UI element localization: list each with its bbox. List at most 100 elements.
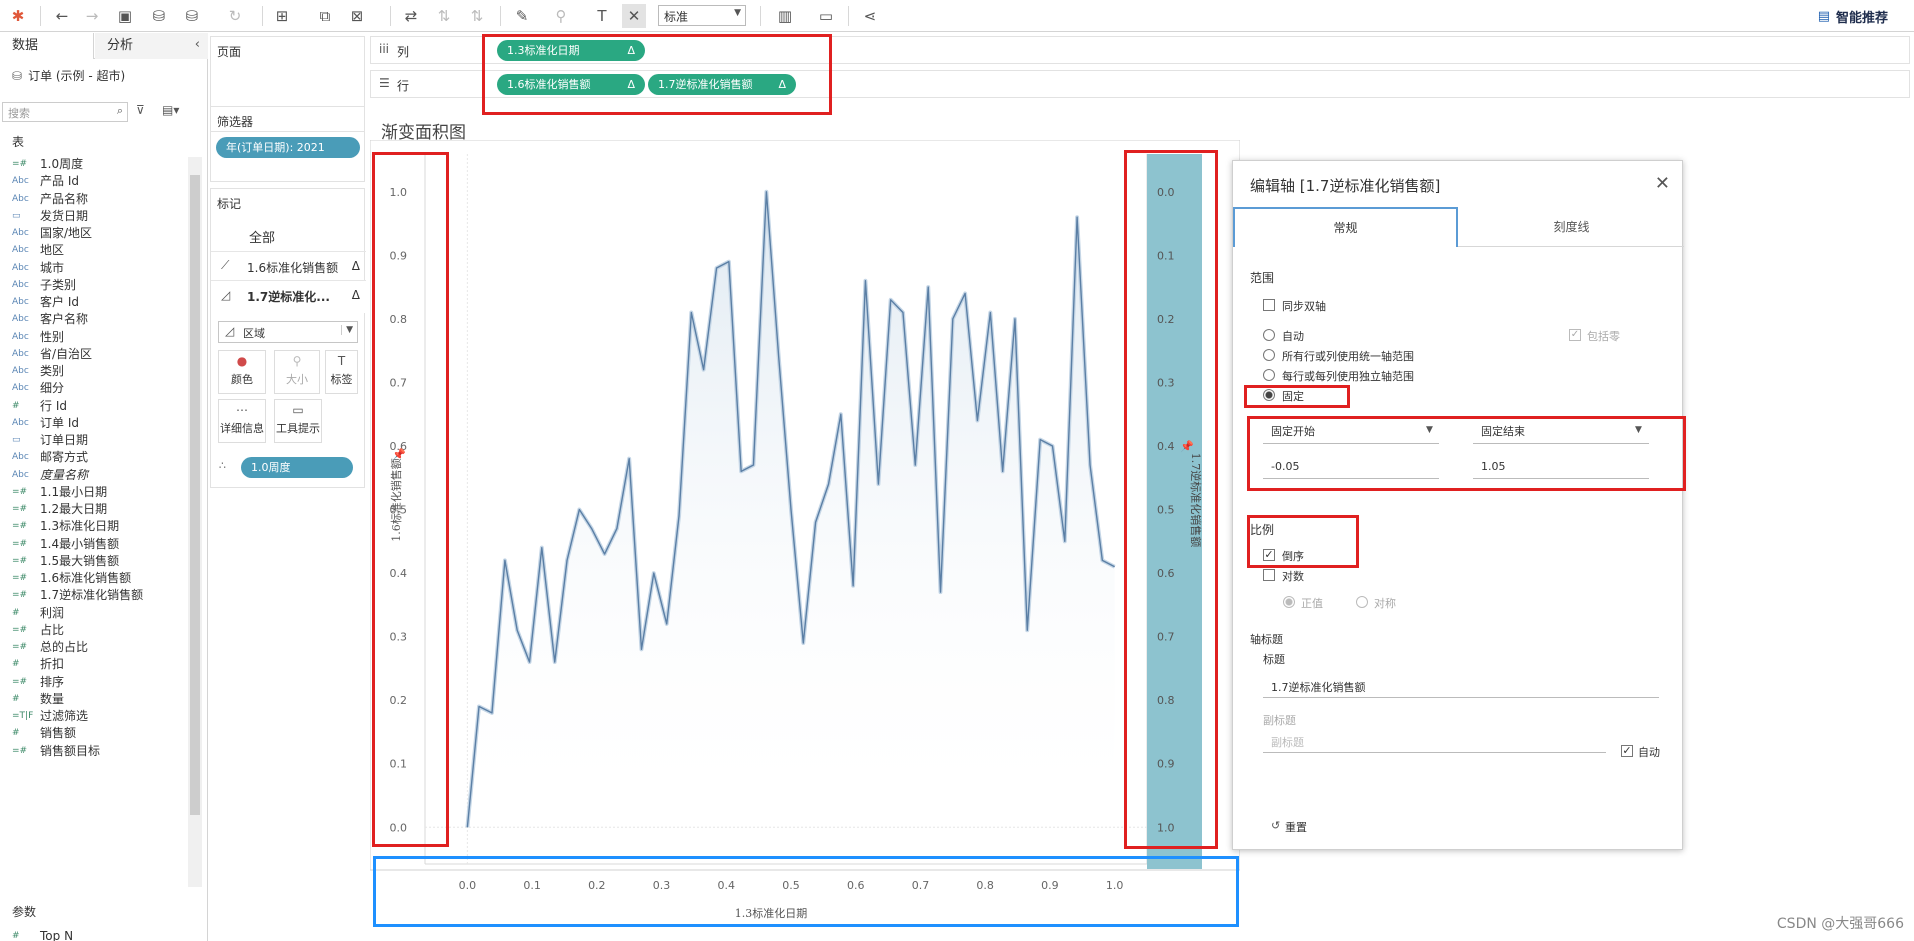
marks-all-tab[interactable]: 全部 <box>249 227 275 246</box>
data-point[interactable] <box>789 508 793 512</box>
data-point[interactable] <box>963 291 967 295</box>
tooltip-button[interactable]: ▭ 工具提示 <box>274 399 322 443</box>
data-point[interactable] <box>528 660 532 664</box>
sort-asc-icon[interactable]: ⇅ <box>432 4 456 28</box>
subtitle-auto-checkbox[interactable]: ✓ <box>1621 745 1633 757</box>
title-input[interactable]: 1.7逆标准化销售额 <box>1271 679 1366 695</box>
redo-icon[interactable]: → <box>80 4 104 28</box>
data-point[interactable] <box>1088 463 1092 467</box>
detail-button[interactable]: ⋯ 详细信息 <box>218 399 266 443</box>
tab-analysis[interactable]: 分析 <box>95 33 208 59</box>
sort-desc-icon[interactable]: ⇅ <box>465 4 489 28</box>
scrollbar-thumb[interactable] <box>190 175 200 815</box>
data-point[interactable] <box>926 285 930 289</box>
group-icon[interactable]: ⚲ <box>549 4 573 28</box>
data-point[interactable] <box>863 279 867 283</box>
data-point[interactable] <box>615 527 619 531</box>
tab-tick-marks[interactable]: 刻度线 <box>1459 207 1684 247</box>
data-point[interactable] <box>975 419 979 423</box>
field-search-input[interactable]: 搜索 ⌕ <box>2 102 128 122</box>
data-point[interactable] <box>1013 317 1017 321</box>
data-point[interactable] <box>677 514 681 518</box>
data-point[interactable] <box>627 457 631 461</box>
tab-data[interactable]: 数据 <box>0 33 94 59</box>
data-point[interactable] <box>1063 539 1067 543</box>
show-cards-icon[interactable]: ▥ <box>773 4 797 28</box>
data-point[interactable] <box>1075 215 1079 219</box>
data-point[interactable] <box>988 311 992 315</box>
data-point[interactable] <box>702 368 706 372</box>
tableau-logo-icon[interactable]: ✱ <box>6 4 30 28</box>
data-point[interactable] <box>939 590 943 594</box>
filter-pill[interactable]: 年(订单日期): 2021 <box>216 137 360 158</box>
data-point[interactable] <box>503 558 507 562</box>
data-point[interactable] <box>751 463 755 467</box>
data-point[interactable] <box>901 311 905 315</box>
param-item[interactable]: # Top N <box>0 926 190 941</box>
data-point[interactable] <box>839 412 843 416</box>
data-point[interactable] <box>553 660 557 664</box>
data-point[interactable] <box>715 266 719 270</box>
radio-auto[interactable] <box>1263 329 1275 341</box>
data-point[interactable] <box>951 317 955 321</box>
mark-type-select[interactable]: ◿ 区域 ▼ <box>218 321 358 343</box>
chart-svg[interactable]: 1.00.90.80.70.60.50.40.30.20.10.00.00.10… <box>370 140 1240 940</box>
data-point[interactable] <box>913 463 917 467</box>
view-options-icon[interactable]: ▤▾ <box>162 103 179 117</box>
collapse-pane-icon[interactable]: ‹ <box>195 37 200 52</box>
refresh-icon[interactable]: ↻ <box>223 4 247 28</box>
data-point[interactable] <box>1025 628 1029 632</box>
data-point[interactable] <box>1001 469 1005 473</box>
marks-card1-tab[interactable]: ⟋ 1.6标准化销售额 Δ <box>211 251 366 281</box>
data-point[interactable] <box>814 520 818 524</box>
data-point[interactable] <box>565 558 569 562</box>
subtitle-input[interactable]: 副标题 <box>1271 734 1304 750</box>
duplicate-sheet-icon[interactable]: ⧉ <box>313 4 337 28</box>
label-button[interactable]: T 标签 <box>325 350 358 394</box>
data-point[interactable] <box>1113 565 1117 569</box>
presentation-icon[interactable]: ▭ <box>814 4 838 28</box>
datasource-menu-icon[interactable]: ⛁ <box>180 4 204 28</box>
save-icon[interactable]: ▣ <box>113 4 137 28</box>
data-point[interactable] <box>827 482 831 486</box>
field-item[interactable]: =# 销售额目标 <box>0 741 190 762</box>
data-point[interactable] <box>665 622 669 626</box>
swap-icon[interactable]: ⇄ <box>399 4 423 28</box>
data-point[interactable] <box>739 469 743 473</box>
data-point[interactable] <box>777 355 781 359</box>
data-point[interactable] <box>603 552 607 556</box>
show-labels-icon[interactable]: T <box>590 4 614 28</box>
data-point[interactable] <box>1050 444 1054 448</box>
marks-card2-tab[interactable]: ◿ 1.7逆标准化... Δ <box>211 281 366 313</box>
radio-positive[interactable] <box>1283 596 1295 608</box>
datasource-item[interactable]: ⛁ 订单 (示例 - 超市) <box>12 67 125 84</box>
data-point[interactable] <box>465 825 469 829</box>
data-point[interactable] <box>577 508 581 512</box>
data-point[interactable] <box>1038 438 1042 442</box>
detail-pill[interactable]: 1.0周度 <box>241 457 353 478</box>
highlight-icon[interactable]: ✎ <box>510 4 534 28</box>
data-point[interactable] <box>590 527 594 531</box>
data-point[interactable] <box>764 190 768 194</box>
field-list-scrollbar[interactable] <box>188 157 202 887</box>
sync-dual-checkbox[interactable] <box>1263 299 1275 311</box>
log-checkbox[interactable] <box>1263 569 1275 581</box>
data-point[interactable] <box>515 628 519 632</box>
close-icon[interactable]: ✕ <box>1655 173 1670 194</box>
data-point[interactable] <box>1100 558 1104 562</box>
reset-button[interactable]: 重置 <box>1285 819 1307 835</box>
data-point[interactable] <box>851 584 855 588</box>
data-point[interactable] <box>490 711 494 715</box>
fit-select[interactable]: 标准 ▼ <box>658 5 746 26</box>
data-point[interactable] <box>876 482 880 486</box>
data-point[interactable] <box>889 298 893 302</box>
data-point[interactable] <box>639 647 643 651</box>
share-icon[interactable]: ⋖ <box>858 4 882 28</box>
data-point[interactable] <box>689 311 693 315</box>
color-button[interactable]: ● 颜色 <box>218 350 266 394</box>
data-point[interactable] <box>801 641 805 645</box>
data-point[interactable] <box>652 571 656 575</box>
fix-axes-icon[interactable]: ✕ <box>622 4 646 28</box>
new-worksheet-icon[interactable]: ⊞ <box>270 4 294 28</box>
data-point[interactable] <box>727 260 731 264</box>
